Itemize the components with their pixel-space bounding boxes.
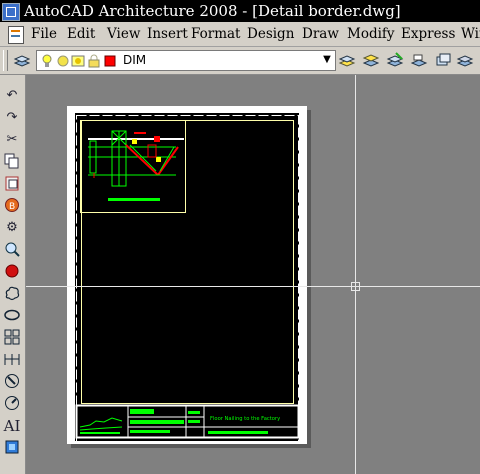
lightbulb-icon[interactable] <box>41 53 53 67</box>
menu-draw[interactable]: Draw <box>302 24 339 44</box>
color-swatch-icon[interactable] <box>104 53 116 67</box>
detail-linework <box>88 130 184 201</box>
chevron-down-icon[interactable]: ▼ <box>321 53 333 67</box>
lock-icon[interactable] <box>88 53 100 68</box>
revision-cloud-icon[interactable] <box>3 285 21 303</box>
crosshair-vertical <box>355 75 356 474</box>
paste-icon[interactable] <box>3 175 21 193</box>
layer-states-icon[interactable] <box>434 51 452 69</box>
inner-border <box>81 120 294 404</box>
menu-insert[interactable]: Insert <box>147 24 188 44</box>
menu-bar: File Edit View Insert Format Design Draw… <box>0 22 480 47</box>
title-block: Floor Nailing to the Factory <box>75 404 300 439</box>
block-icon[interactable]: B <box>3 197 21 215</box>
settings-icon[interactable]: ⚙ <box>3 219 21 237</box>
drawing-canvas[interactable]: Floor Nailing to the Factory <box>26 75 480 474</box>
svg-text:B: B <box>9 202 15 212</box>
menu-window[interactable]: Win <box>461 24 480 44</box>
redo-icon[interactable]: ↷ <box>3 109 21 127</box>
drawing-geometry: Floor Nailing to the Factory <box>75 115 300 442</box>
cut-icon[interactable]: ✂ <box>3 131 21 149</box>
record-icon[interactable] <box>3 263 21 281</box>
menu-file[interactable]: File <box>31 24 57 44</box>
layer-dropdown[interactable]: DIM ▼ <box>36 50 336 71</box>
window-title: AutoCAD Architecture 2008 - [Detail bord… <box>24 2 401 20</box>
title-bar: AutoCAD Architecture 2008 - [Detail bord… <box>0 0 480 22</box>
left-toolbar: ↶ ↷ ✂ B ⚙ AI <box>0 75 26 474</box>
menu-edit[interactable]: Edit <box>67 24 95 44</box>
text-icon[interactable]: AI <box>3 417 21 435</box>
radius-icon[interactable] <box>3 395 21 413</box>
tool-palette-icon[interactable] <box>3 439 21 457</box>
layer-walk-icon[interactable] <box>410 51 428 69</box>
layer-isolate-icon[interactable] <box>386 51 404 69</box>
ellipse-icon[interactable] <box>3 307 21 325</box>
freeze-sun-icon[interactable] <box>57 53 69 67</box>
autocad-app-icon[interactable] <box>2 3 20 21</box>
toolbar-grip[interactable] <box>3 50 8 71</box>
title-block-caption: Floor Nailing to the Factory <box>210 416 280 422</box>
compass-icon[interactable] <box>3 373 21 391</box>
crosshair-horizontal <box>26 286 480 287</box>
make-object-layer-current-icon[interactable] <box>338 51 356 69</box>
viewport-freeze-icon[interactable] <box>71 53 85 67</box>
crosshair-pickbox <box>351 282 360 291</box>
menu-design[interactable]: Design <box>247 24 294 44</box>
dimension-icon[interactable] <box>3 351 21 369</box>
menu-format[interactable]: Format <box>191 24 241 44</box>
layer-previous-icon[interactable] <box>362 51 380 69</box>
menu-modify[interactable]: Modify <box>347 24 395 44</box>
layer-manager-icon[interactable] <box>13 51 31 69</box>
layer-merge-icon[interactable] <box>456 51 474 69</box>
layer-name: DIM <box>123 53 147 67</box>
document-icon[interactable] <box>8 26 24 44</box>
zoom-icon[interactable] <box>3 241 21 259</box>
copy-icon[interactable] <box>3 153 21 171</box>
menu-view[interactable]: View <box>107 24 140 44</box>
table-grid-icon[interactable] <box>3 329 21 347</box>
menu-express[interactable]: Express <box>401 24 455 44</box>
outer-frame <box>76 115 299 442</box>
undo-icon[interactable]: ↶ <box>3 87 21 105</box>
layers-toolbar: DIM ▼ <box>0 47 480 75</box>
